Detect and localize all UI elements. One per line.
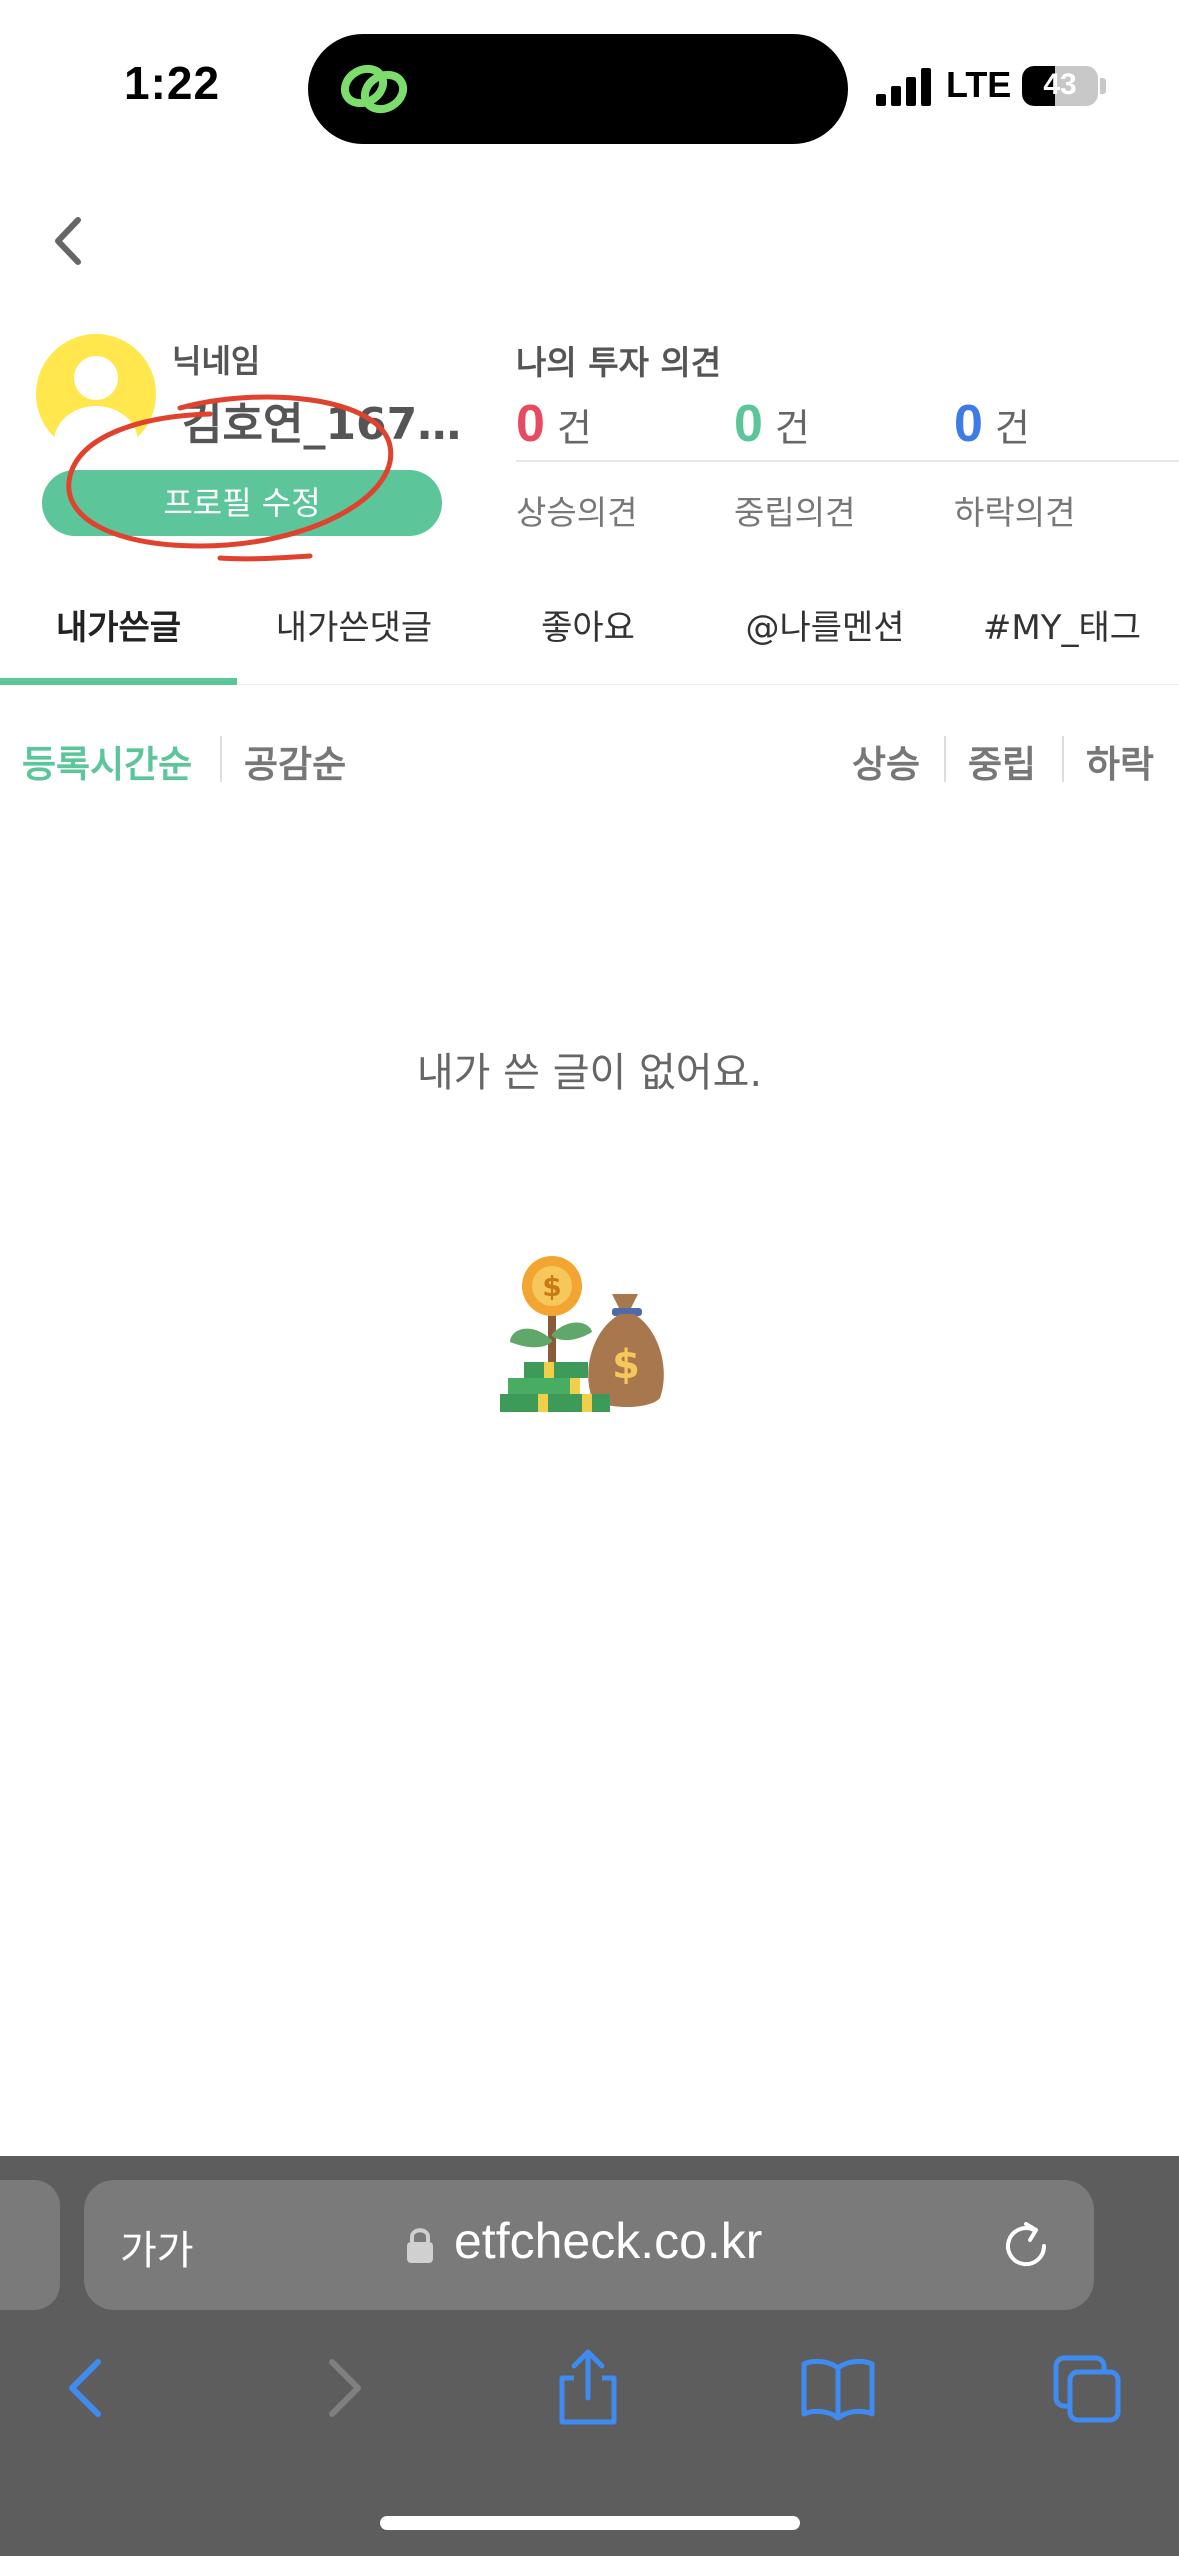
status-time: 1:22	[124, 57, 221, 109]
stat-up: 0건	[516, 394, 592, 454]
nickname-label: 닉네임	[172, 342, 261, 380]
active-tab-indicator	[0, 678, 237, 685]
sort-empathy[interactable]: 공감순	[244, 734, 346, 788]
stat-up-label: 상승의견	[516, 493, 638, 532]
avatar	[36, 334, 156, 454]
tab-likes[interactable]: 좋아요	[471, 598, 705, 684]
stat-down-label: 하락의견	[954, 493, 1076, 532]
link-app-icon	[340, 64, 408, 114]
back-icon[interactable]	[40, 206, 100, 276]
empty-message: 내가 쓴 글이 없어요.	[416, 1050, 763, 1096]
battery-level: 43	[1043, 68, 1077, 101]
forward-nav-icon[interactable]	[302, 2348, 382, 2428]
stat-down: 0건	[954, 394, 1030, 454]
filter-down[interactable]: 하락	[1086, 734, 1154, 788]
nickname-value: 김호연_1670...	[182, 399, 462, 450]
stat-up-count: 0	[516, 395, 545, 453]
money-illustration-icon: $ $	[500, 1256, 664, 1412]
sort-separator	[220, 736, 222, 782]
dynamic-island	[308, 34, 848, 144]
network-type: LTE	[946, 64, 1012, 105]
share-icon[interactable]	[548, 2348, 628, 2428]
tab-my-comments[interactable]: 내가쓴댓글	[237, 598, 471, 684]
tabs-icon[interactable]	[1048, 2348, 1128, 2428]
reload-icon[interactable]	[1000, 2218, 1056, 2274]
tab-mentions[interactable]: @나를멘션	[705, 598, 945, 684]
user-avatar-icon	[54, 356, 138, 454]
stat-neutral-count: 0	[734, 395, 763, 453]
filter-separator	[1062, 736, 1064, 782]
stat-down-count: 0	[954, 395, 983, 453]
lock-icon	[407, 2228, 433, 2263]
signal-icon	[876, 66, 932, 106]
svg-text:$: $	[612, 1342, 640, 1388]
back-nav-icon[interactable]	[48, 2348, 128, 2428]
stat-neutral-label: 중립의견	[734, 493, 856, 532]
sort-recent[interactable]: 등록시간순	[22, 734, 192, 788]
stat-unit: 건	[774, 406, 810, 450]
stat-unit: 건	[994, 406, 1030, 450]
url-text[interactable]: etfcheck.co.kr	[454, 2212, 762, 2270]
profile-edit-button[interactable]: 프로필 수정	[42, 470, 442, 536]
previous-tab-preview[interactable]	[0, 2180, 60, 2310]
bookmarks-icon[interactable]	[798, 2348, 878, 2428]
svg-text:$: $	[542, 1270, 561, 1303]
filter-up[interactable]: 상승	[852, 734, 920, 788]
tab-my-tags[interactable]: #MY_태그	[945, 598, 1179, 684]
tab-my-posts[interactable]: 내가쓴글	[0, 598, 237, 684]
filter-separator	[944, 736, 946, 782]
filter-neutral[interactable]: 중립	[968, 734, 1036, 788]
stat-neutral: 0건	[734, 394, 810, 454]
stat-divider	[516, 460, 1179, 462]
battery-icon: 43	[1022, 66, 1098, 106]
home-indicator	[380, 2516, 800, 2530]
opinion-title: 나의 투자 의견	[516, 343, 722, 382]
text-size-button[interactable]: 가가	[120, 2218, 194, 2276]
stat-unit: 건	[556, 406, 592, 450]
battery-cap	[1100, 78, 1106, 94]
tab-bar: 내가쓴글 내가쓴댓글 좋아요 @나를멘션 #MY_태그	[0, 598, 1179, 688]
